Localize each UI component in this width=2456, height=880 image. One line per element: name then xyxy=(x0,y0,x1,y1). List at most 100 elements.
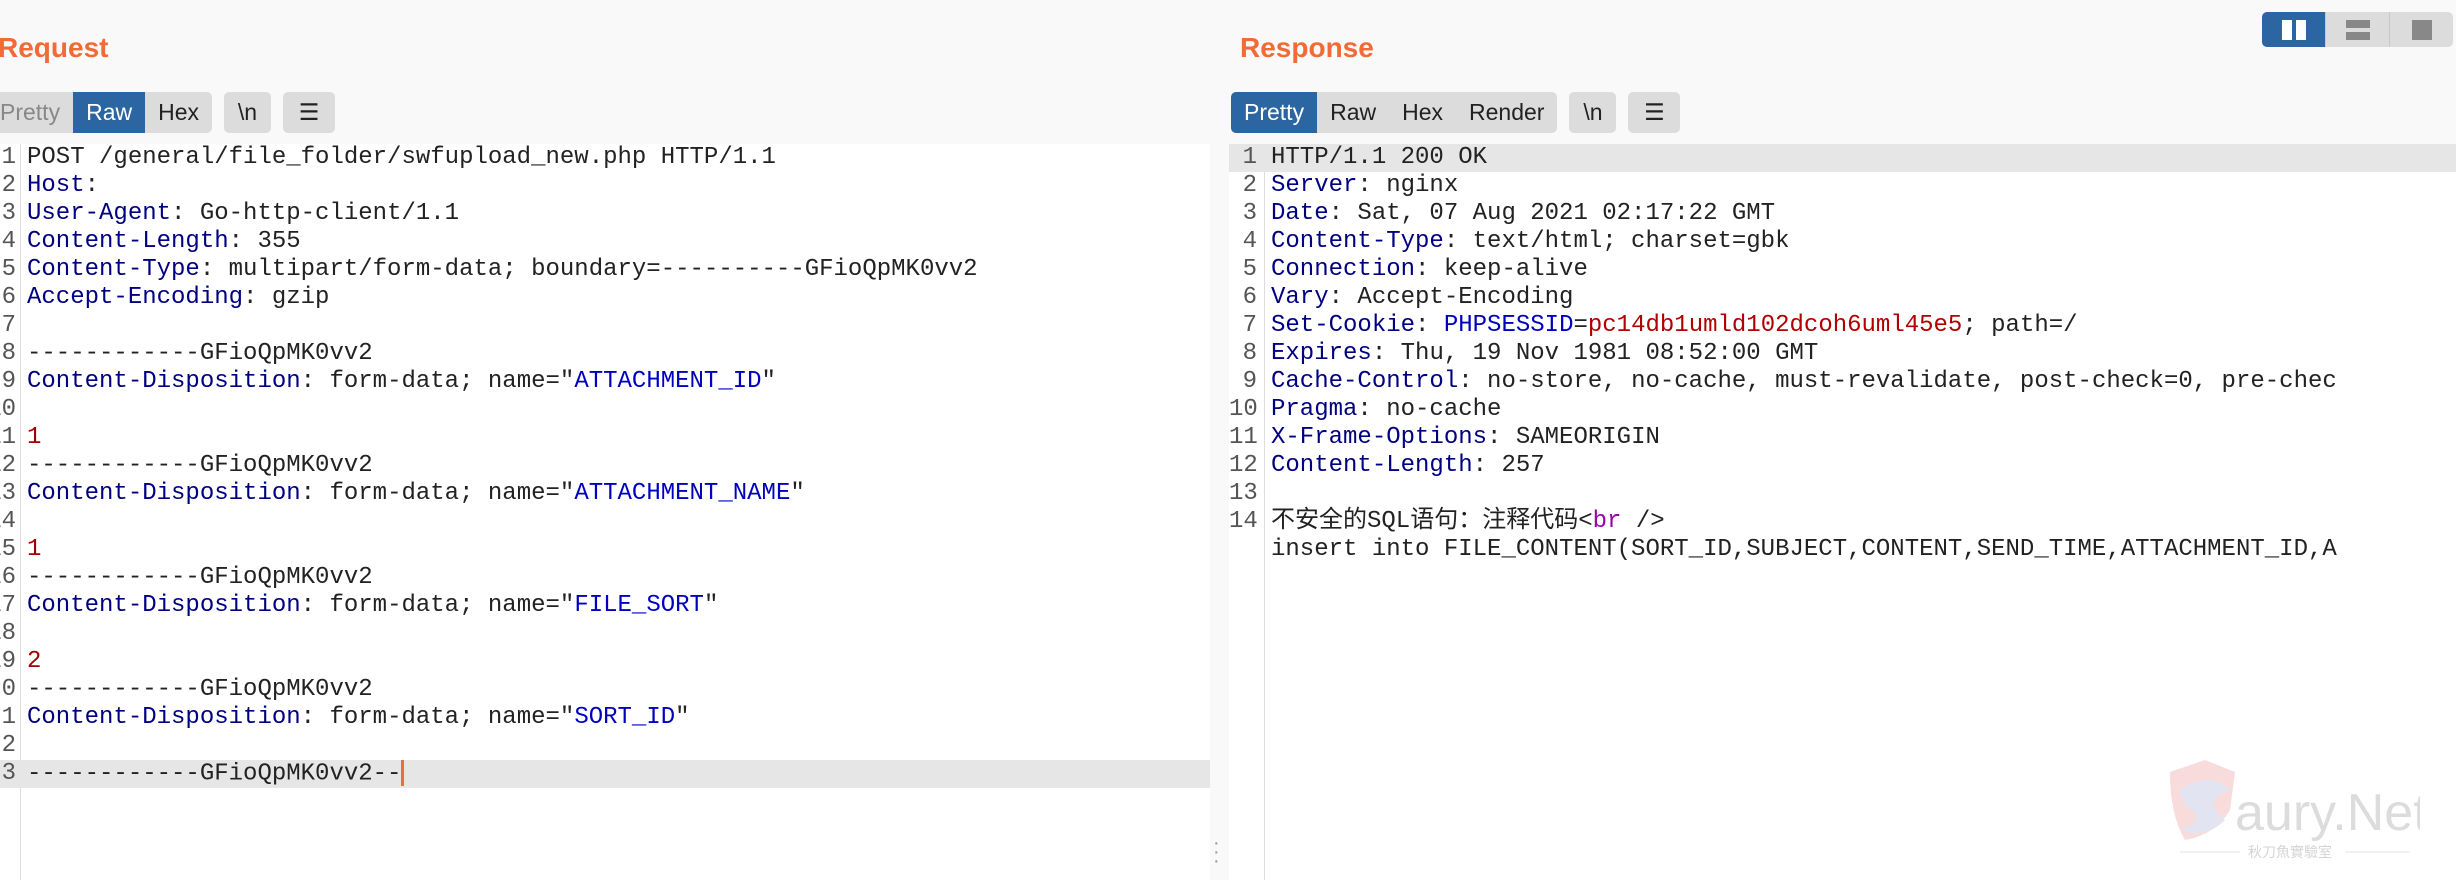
code-line[interactable]: 7 xyxy=(0,312,1210,340)
code-line[interactable]: 6 Vary: Accept-Encoding xyxy=(1229,284,2456,312)
code-line[interactable]: 6 Accept-Encoding: gzip xyxy=(0,284,1210,312)
newline-toggle-button[interactable]: \n xyxy=(224,92,271,133)
line-number: 1 xyxy=(1,144,16,171)
code-line[interactable]: 1 POST /general/file_folder/swfupload_new… xyxy=(0,144,1210,172)
line-content: User-Agent: Go-http-client/1.1 xyxy=(27,200,459,228)
code-line[interactable]: 3 User-Agent: Go-http-client/1.1 xyxy=(0,200,1210,228)
code-line[interactable]: 14 不安全的SQL语句：注释代码<br /> xyxy=(1229,508,2456,536)
code-line[interactable]: 11 X-Frame-Options: SAMEORIGIN xyxy=(1229,424,2456,452)
tab-hex[interactable]: Hex xyxy=(145,92,212,133)
code-line[interactable]: 13 Content-Disposition: form-data; name="… xyxy=(0,480,1210,508)
newline-toggle-button[interactable]: \n xyxy=(1569,92,1617,133)
token-plain: ------------GFioQpMK0vv2 xyxy=(27,676,373,703)
code-line[interactable]: 20 ------------GFioQpMK0vv2 xyxy=(0,676,1210,704)
code-line[interactable]: insert into FILE_CONTENT(SORT_ID,SUBJECT… xyxy=(1229,536,2456,564)
hamburger-icon[interactable]: ☰ xyxy=(1628,92,1681,133)
line-number: 1 xyxy=(1242,144,1257,171)
request-editor[interactable]: 1 POST /general/file_folder/swfupload_new… xyxy=(0,144,1210,880)
code-line[interactable]: 2 Host: xyxy=(0,172,1210,200)
line-content: Content-Length: 355 xyxy=(27,228,301,256)
line-number: 21 xyxy=(0,704,16,731)
line-number: 14 xyxy=(1229,508,1258,535)
pane-splitter[interactable]: · · · xyxy=(1210,144,1222,880)
token-str: ATTACHMENT_ID xyxy=(574,368,762,395)
token-key: Content-Type xyxy=(27,256,200,283)
code-line[interactable]: 8 Expires: Thu, 19 Nov 1981 08:52:00 GMT xyxy=(1229,340,2456,368)
token-plain: : Thu, 19 Nov 1981 08:52:00 GMT xyxy=(1371,340,1819,367)
code-line[interactable]: 12 Content-Length: 257 xyxy=(1229,452,2456,480)
tab-pretty[interactable]: Pretty xyxy=(1231,92,1318,133)
token-plain: : xyxy=(1415,312,1444,339)
code-line[interactable]: 4 Content-Type: text/html; charset=gbk xyxy=(1229,228,2456,256)
svg-text:秋刀魚實驗室: 秋刀魚實驗室 xyxy=(2248,844,2332,860)
code-line[interactable]: 23 ------------GFioQpMK0vv2-- xyxy=(0,760,1210,788)
token-key: User-Agent xyxy=(27,200,172,227)
code-line[interactable]: 17 Content-Disposition: form-data; name="… xyxy=(0,592,1210,620)
code-line[interactable]: 13 xyxy=(1229,480,2456,508)
code-line[interactable]: 2 Server: nginx xyxy=(1229,172,2456,200)
line-number: 18 xyxy=(0,620,16,647)
token-val: pc14db1umld102dcoh6uml45e5 xyxy=(1587,312,1963,339)
token-key: Cache-Control xyxy=(1271,368,1459,395)
tab-pretty[interactable]: Pretty xyxy=(0,92,73,133)
token-key: Set-Cookie xyxy=(1271,312,1416,339)
code-line[interactable]: 5 Connection: keep-alive xyxy=(1229,256,2456,284)
code-line[interactable]: 4 Content-Length: 355 xyxy=(0,228,1210,256)
token-plain: : SAMEORIGIN xyxy=(1487,424,1660,451)
line-content: Vary: Accept-Encoding xyxy=(1271,284,1573,312)
code-line[interactable]: 111 xyxy=(0,424,1210,452)
line-content: Set-Cookie: PHPSESSID=pc14db1umld102dcoh… xyxy=(1271,312,2078,340)
code-line[interactable]: 5 Content-Type: multipart/form-data; boun… xyxy=(0,256,1210,284)
line-number: 2 xyxy=(1,172,16,199)
token-key: Content-Disposition xyxy=(27,368,301,395)
code-line[interactable]: 8 ------------GFioQpMK0vv2 xyxy=(0,340,1210,368)
line-content: X-Frame-Options: SAMEORIGIN xyxy=(1271,424,1660,452)
tab-hex[interactable]: Hex xyxy=(1389,92,1456,133)
code-line[interactable]: 16 ------------GFioQpMK0vv2 xyxy=(0,564,1210,592)
token-plain: = xyxy=(1573,312,1588,339)
token-key: Expires xyxy=(1271,340,1372,367)
code-line[interactable]: 10 Pragma: no-cache xyxy=(1229,396,2456,424)
code-line[interactable]: 7 Set-Cookie: PHPSESSID=pc14db1umld102dco… xyxy=(1229,312,2456,340)
tab-raw[interactable]: Raw xyxy=(73,92,146,133)
hamburger-icon[interactable]: ☰ xyxy=(283,92,335,133)
code-line[interactable]: 21 Content-Disposition: form-data; name="… xyxy=(0,704,1210,732)
token-plain: 不安全的SQL语句：注释代码< xyxy=(1271,508,1593,535)
line-number: 14 xyxy=(0,508,16,535)
code-line[interactable]: 22 xyxy=(0,732,1210,760)
code-line[interactable]: 3 Date: Sat, 07 Aug 2021 02:17:22 GMT xyxy=(1229,200,2456,228)
token-plain: ------------GFioQpMK0vv2 xyxy=(27,452,373,479)
code-line[interactable]: 9 Content-Disposition: form-data; name="A… xyxy=(0,368,1210,396)
tab-raw[interactable]: Raw xyxy=(1317,92,1389,133)
token-plain: HTTP/1.1 200 OK xyxy=(1271,144,1488,171)
token-key: Content-Type xyxy=(1271,228,1444,255)
single-pane-icon[interactable] xyxy=(2390,12,2453,47)
token-key: Content-Length xyxy=(27,228,229,255)
code-line[interactable]: 1 HTTP/1.1 200 OK xyxy=(1229,144,2456,172)
response-view-tabs: Pretty Raw Hex Render xyxy=(1231,92,1558,133)
code-line[interactable]: 9 Cache-Control: no-store, no-cache, must… xyxy=(1229,368,2456,396)
line-number: 13 xyxy=(0,480,16,507)
line-number: 16 xyxy=(0,564,16,591)
token-plain: : gzip xyxy=(243,284,330,311)
split-horizontal-icon[interactable] xyxy=(2262,12,2326,47)
split-vertical-icon[interactable] xyxy=(2326,12,2390,47)
drag-handle-icon[interactable]: · · · xyxy=(1213,833,1220,871)
line-number: 3 xyxy=(1,200,16,227)
code-line[interactable]: 19 2 xyxy=(0,648,1210,676)
line-number: 3 xyxy=(1242,200,1257,227)
code-line[interactable]: 12 ------------GFioQpMK0vv2 xyxy=(0,452,1210,480)
token-key: Accept-Encoding xyxy=(27,284,244,311)
token-key: Content-Disposition xyxy=(27,592,301,619)
tab-render[interactable]: Render xyxy=(1456,92,1557,133)
code-line[interactable]: 10 xyxy=(0,396,1210,424)
code-line[interactable]: 15 1 xyxy=(0,536,1210,564)
line-content: Connection: keep-alive xyxy=(1271,256,1588,284)
request-toolbar: Pretty Raw Hex \n ☰ xyxy=(0,92,335,133)
token-plain: ------------GFioQpMK0vv2-- xyxy=(27,760,402,788)
code-line[interactable]: 18 xyxy=(0,620,1210,648)
token-plain: insert into FILE_CONTENT(SORT_ID,SUBJECT… xyxy=(1271,536,2337,563)
token-key: Vary xyxy=(1271,284,1329,311)
code-line[interactable]: 14 xyxy=(0,508,1210,536)
token-plain: : Accept-Encoding xyxy=(1328,284,1574,311)
